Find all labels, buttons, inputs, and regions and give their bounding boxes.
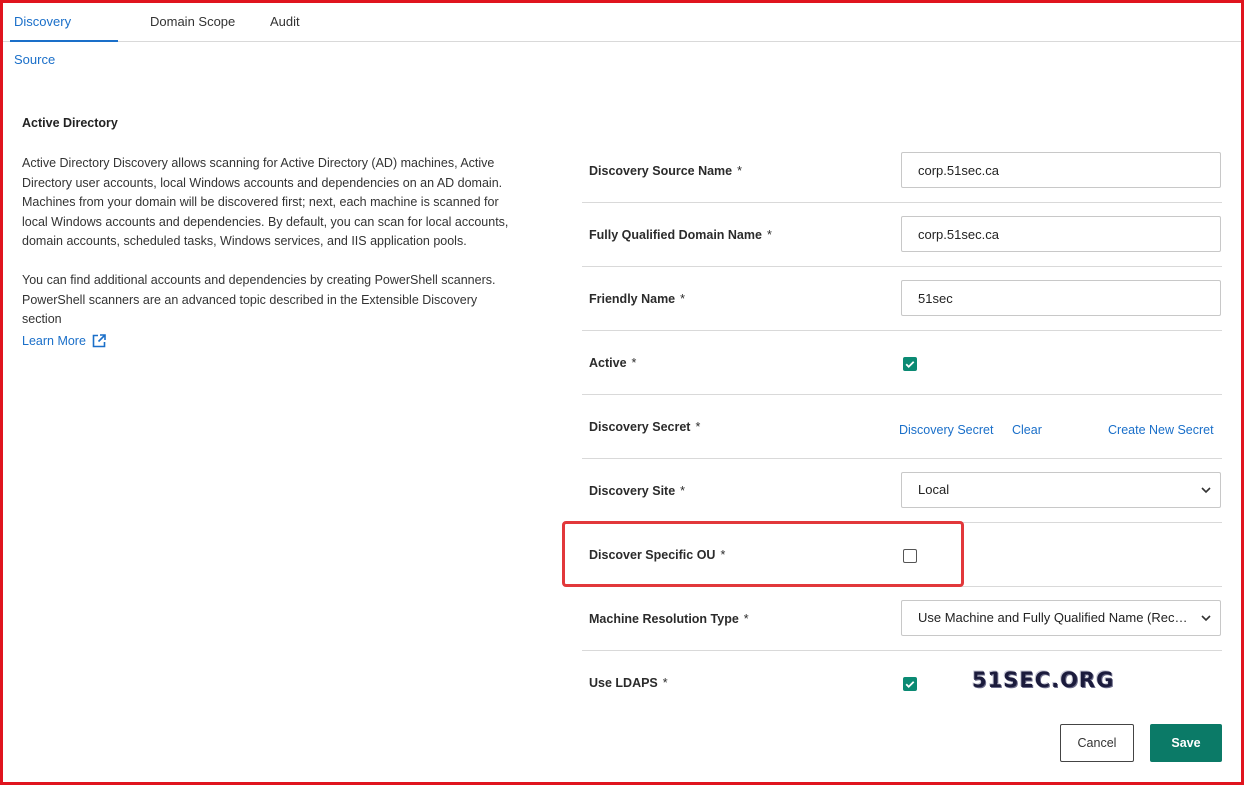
external-link-icon	[92, 333, 106, 348]
info-paragraph-1: Active Directory Discovery allows scanni…	[22, 156, 509, 249]
row-specific-ou: Discover Specific OU *	[582, 523, 1222, 587]
chevron-down-icon	[1201, 487, 1211, 494]
learn-more-label: Learn More	[22, 333, 86, 348]
tab-domain-scope[interactable]: Domain Scope	[146, 3, 239, 42]
row-fqdn: Fully Qualified Domain Name *	[582, 203, 1222, 267]
tab-audit[interactable]: Audit	[266, 3, 304, 42]
learn-more-link[interactable]: Learn More	[22, 334, 106, 348]
save-button[interactable]: Save	[1150, 724, 1222, 762]
specific-ou-label: Discover Specific OU *	[589, 548, 726, 562]
checkmark-icon	[905, 361, 915, 368]
fqdn-input[interactable]	[901, 216, 1221, 252]
chevron-down-icon	[1201, 615, 1211, 622]
machine-resolution-select[interactable]: Use Machine and Fully Qualified Name (Re…	[901, 600, 1221, 636]
ldaps-checkbox[interactable]	[903, 677, 917, 691]
checkmark-icon	[905, 681, 915, 688]
fqdn-label: Fully Qualified Domain Name *	[589, 228, 772, 242]
ldaps-label: Use LDAPS *	[589, 676, 668, 690]
clear-secret-link[interactable]: Clear	[1012, 395, 1042, 465]
source-name-label: Discovery Source Name *	[589, 164, 743, 178]
create-new-secret-link[interactable]: Create New Secret	[1108, 395, 1214, 465]
machine-resolution-label: Machine Resolution Type *	[589, 612, 749, 626]
row-use-ldaps: Use LDAPS *	[582, 651, 1222, 715]
row-active: Active *	[582, 331, 1222, 395]
friendly-name-input[interactable]	[901, 280, 1221, 316]
site-select[interactable]: Local	[901, 472, 1221, 508]
specific-ou-checkbox[interactable]	[903, 549, 917, 563]
row-source-name: Discovery Source Name *	[582, 139, 1222, 203]
row-discovery-secret: Discovery Secret * Discovery Secret Clear…	[582, 395, 1222, 459]
machine-resolution-value: Use Machine and Fully Qualified Name (Re…	[918, 610, 1188, 625]
select-secret-link[interactable]: Discovery Secret	[899, 395, 993, 465]
cancel-button[interactable]: Cancel	[1060, 724, 1134, 762]
info-paragraph-2: You can find additional accounts and dep…	[22, 272, 496, 327]
active-label: Active *	[589, 356, 637, 370]
watermark: 51SEC.ORG	[972, 668, 1115, 692]
row-friendly-name: Friendly Name *	[582, 267, 1222, 331]
site-label: Discovery Site *	[589, 484, 686, 498]
row-machine-resolution: Machine Resolution Type * Use Machine and…	[582, 587, 1222, 651]
row-discovery-site: Discovery Site * Local	[582, 459, 1222, 523]
friendly-name-label: Friendly Name *	[589, 292, 686, 306]
site-select-value: Local	[918, 482, 950, 497]
info-title: Active Directory	[22, 116, 118, 130]
source-name-input[interactable]	[901, 152, 1221, 188]
tab-discovery-source[interactable]: Discovery Source	[10, 3, 118, 67]
secret-label: Discovery Secret *	[589, 420, 701, 434]
info-panel: Active Directory Active Directory Discov…	[22, 116, 512, 350]
tab-bar: Discovery Source Domain Scope Audit	[3, 3, 1241, 67]
active-checkbox[interactable]	[903, 357, 917, 371]
